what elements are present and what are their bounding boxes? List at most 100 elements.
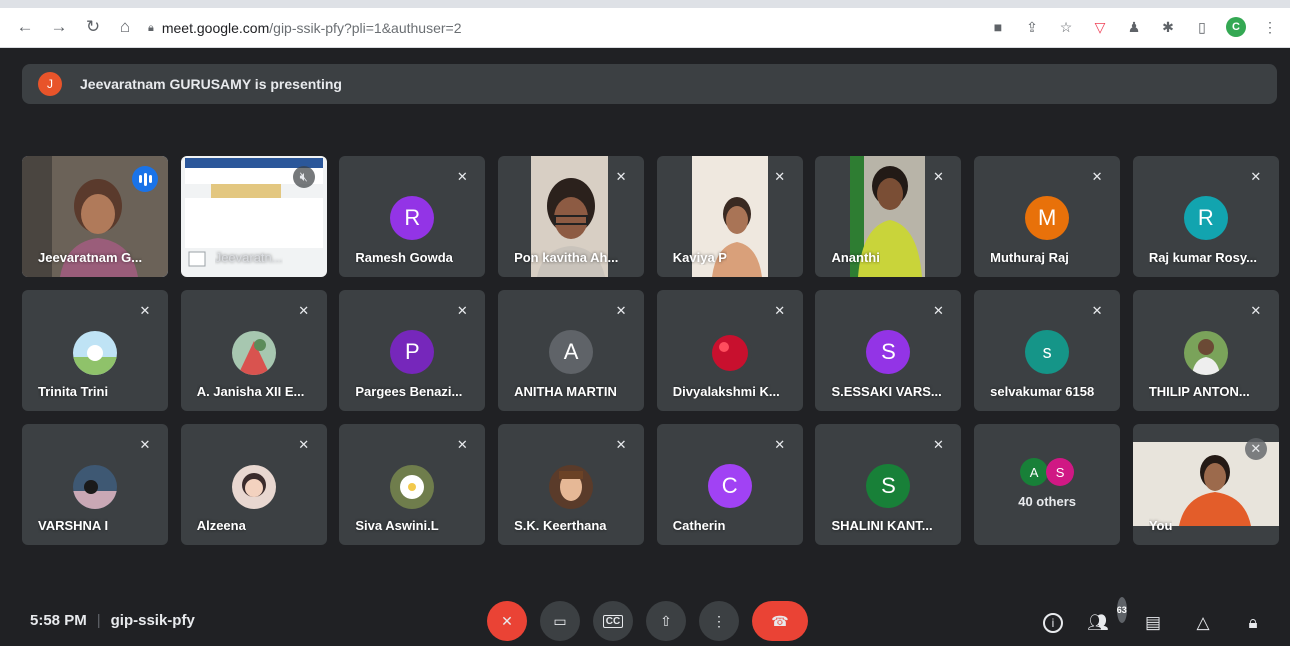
participant-avatar: s (1025, 330, 1070, 374)
participant-name: selvakumar 6158 (990, 384, 1095, 399)
mic-off-icon: ✕ (1244, 438, 1267, 460)
participant-name: THILIP ANTON... (1148, 384, 1250, 399)
home-icon[interactable]: ⌂ (114, 16, 136, 38)
participant-tile[interactable]: ✕ R Ramesh Gowda (339, 156, 486, 277)
mic-off-icon: ✕ (615, 169, 627, 184)
camera-icon[interactable]: ■ (988, 17, 1008, 37)
side-panel-icon[interactable]: ▯ (1192, 17, 1212, 37)
participant-tile[interactable]: ✕ A ANITHA MARTIN (498, 290, 645, 411)
host-controls-button[interactable]: 🔒︎ (1240, 610, 1266, 636)
meeting-code: gip-ssik-pfy (110, 612, 195, 629)
participant-name: Trinita Trini (38, 384, 109, 399)
participant-tile[interactable]: ✕ C Catherin (656, 424, 803, 545)
participant-photo (1183, 331, 1228, 375)
participant-tile[interactable]: ✕ S.K. Keerthana (498, 424, 645, 545)
puzzle-icon[interactable]: ✱ (1158, 17, 1178, 37)
participant-tile[interactable]: ✕ Trinita Trini (22, 290, 168, 411)
mic-off-icon: ✕ (139, 437, 151, 452)
mic-off-icon: ✕ (456, 303, 468, 318)
extension-icon[interactable]: ♟ (1124, 17, 1144, 37)
mic-off-icon: ✕ (615, 437, 627, 452)
presentation-tile[interactable]: 🔇︎ Jeevaratn... (180, 156, 327, 277)
chat-button[interactable]: ▤ (1140, 610, 1166, 636)
participant-name: SHALINI KANT... (831, 518, 933, 533)
activities-icon: △ (1196, 613, 1210, 632)
present-screen-icon: ⇧ (660, 612, 672, 629)
meeting-details-button[interactable]: i (1040, 610, 1066, 636)
bookmark-star-icon[interactable]: ☆ (1056, 17, 1076, 37)
profile-avatar[interactable]: C (1226, 17, 1246, 37)
mic-off-icon: ✕ (774, 437, 786, 452)
participant-name: S.K. Keerthana (514, 518, 607, 533)
address-bar[interactable]: 🔒︎ meet.google.com/gip-ssik-pfy?pli=1&au… (148, 15, 978, 41)
bottom-toolbar: 5:58 PM | gip-ssik-pfy ✕ ▭ CC ⇧ ⋮ ☎ i 👥︎… (0, 590, 1290, 646)
more-vertical-icon: ⋮ (712, 612, 726, 629)
participant-tile[interactable]: ✕ S S.ESSAKI VARS... (815, 290, 962, 411)
participant-name: Kaviya P (672, 250, 727, 265)
mic-off-icon: ✕ (774, 169, 786, 184)
mic-off-icon: ✕ (456, 169, 468, 184)
participant-tile[interactable]: ✕ VARSHNA I (22, 424, 168, 545)
participant-avatar: S (866, 330, 911, 374)
participant-name: Ananthi (831, 250, 880, 265)
forward-arrow-icon[interactable]: → (48, 16, 70, 38)
others-count: 40 others (1018, 494, 1077, 509)
tab-strip (0, 0, 1290, 8)
back-arrow-icon[interactable]: ← (14, 16, 36, 38)
leave-call-button[interactable]: ☎ (752, 601, 808, 641)
captions-button[interactable]: CC (593, 601, 633, 641)
url-path: /gip-ssik-pfy?pli=1&authuser=2 (269, 20, 462, 36)
presenting-banner: J Jeevaratnam GURUSAMY is presenting (22, 64, 1277, 104)
self-tile[interactable]: ✕ You (1132, 424, 1279, 545)
people-button[interactable]: 👥︎ 63 (1087, 597, 1127, 636)
participant-tile[interactable]: ✕ R Raj kumar Rosy... (1132, 156, 1279, 277)
participant-tile[interactable]: ✕ P Pargees Benazi... (339, 290, 486, 411)
participant-tile[interactable]: ✕ Ananthi (815, 156, 962, 277)
participant-tile[interactable]: ✕ A. Janisha XII E... (180, 290, 327, 411)
meeting-info: 5:58 PM | gip-ssik-pfy (30, 612, 195, 629)
participant-tile[interactable]: Jeevaratnam G... (22, 156, 168, 277)
participant-photo (231, 465, 276, 509)
share-icon[interactable]: ⇪ (1022, 17, 1042, 37)
browser-menu-icon[interactable]: ⋮ (1260, 17, 1280, 37)
participant-tile[interactable]: ✕ S SHALINI KANT... (815, 424, 962, 545)
mic-off-icon: ✕ (1091, 169, 1103, 184)
participant-tile[interactable]: ✕ Kaviya P (656, 156, 803, 277)
presenter-avatar: J (38, 72, 62, 96)
lock-icon: 🔒︎ (148, 21, 154, 34)
participant-photo (549, 465, 594, 509)
participant-name: Alzeena (196, 518, 246, 533)
activities-button[interactable]: △ (1190, 610, 1216, 636)
present-button[interactable]: ⇧ (646, 601, 686, 641)
participant-tile[interactable]: ✕ Siva Aswini.L (339, 424, 486, 545)
presenting-text: Jeevaratnam GURUSAMY is presenting (80, 76, 342, 92)
participant-tile[interactable]: ✕ Divyalakshmi K... (656, 290, 803, 411)
participant-tile[interactable]: ✕ Alzeena (180, 424, 327, 545)
participant-name: Siva Aswini.L (355, 518, 439, 533)
hang-up-icon: ☎ (771, 612, 789, 629)
participant-grid: Jeevaratnam G... 🔇︎ Jeevaratn... ✕ R Ram… (22, 156, 1279, 545)
pocket-extension-icon[interactable]: ▽ (1090, 17, 1110, 37)
mic-toggle-button[interactable]: ✕ (487, 601, 527, 641)
mic-off-icon: ✕ (932, 169, 944, 184)
captions-icon: CC (602, 614, 624, 628)
others-avatar: A (1020, 458, 1049, 486)
presentation-name: Jeevaratn... (214, 250, 283, 265)
camera-toggle-button[interactable]: ▭ (540, 601, 580, 641)
participant-tile[interactable]: ✕ s selvakumar 6158 (974, 290, 1121, 411)
participant-photo (73, 465, 117, 509)
reload-icon[interactable]: ↻ (82, 16, 104, 38)
mic-off-icon: ✕ (1250, 169, 1262, 184)
participant-name: Ramesh Gowda (355, 250, 453, 265)
mic-off-icon: ✕ (501, 612, 513, 629)
participant-tile[interactable]: ✕ M Muthuraj Raj (974, 156, 1121, 277)
mic-off-icon: 🔇︎ (292, 166, 315, 188)
participant-tile[interactable]: ✕ Pon kavitha Ah... (498, 156, 645, 277)
more-options-button[interactable]: ⋮ (699, 601, 739, 641)
participant-name: S.ESSAKI VARS... (831, 384, 942, 399)
participant-name: A. Janisha XII E... (196, 384, 305, 399)
others-tile[interactable]: A S 40 others (974, 424, 1121, 545)
participant-name: Pon kavitha Ah... (514, 250, 619, 265)
divider: | (96, 612, 101, 629)
participant-tile[interactable]: ✕ THILIP ANTON... (1132, 290, 1279, 411)
